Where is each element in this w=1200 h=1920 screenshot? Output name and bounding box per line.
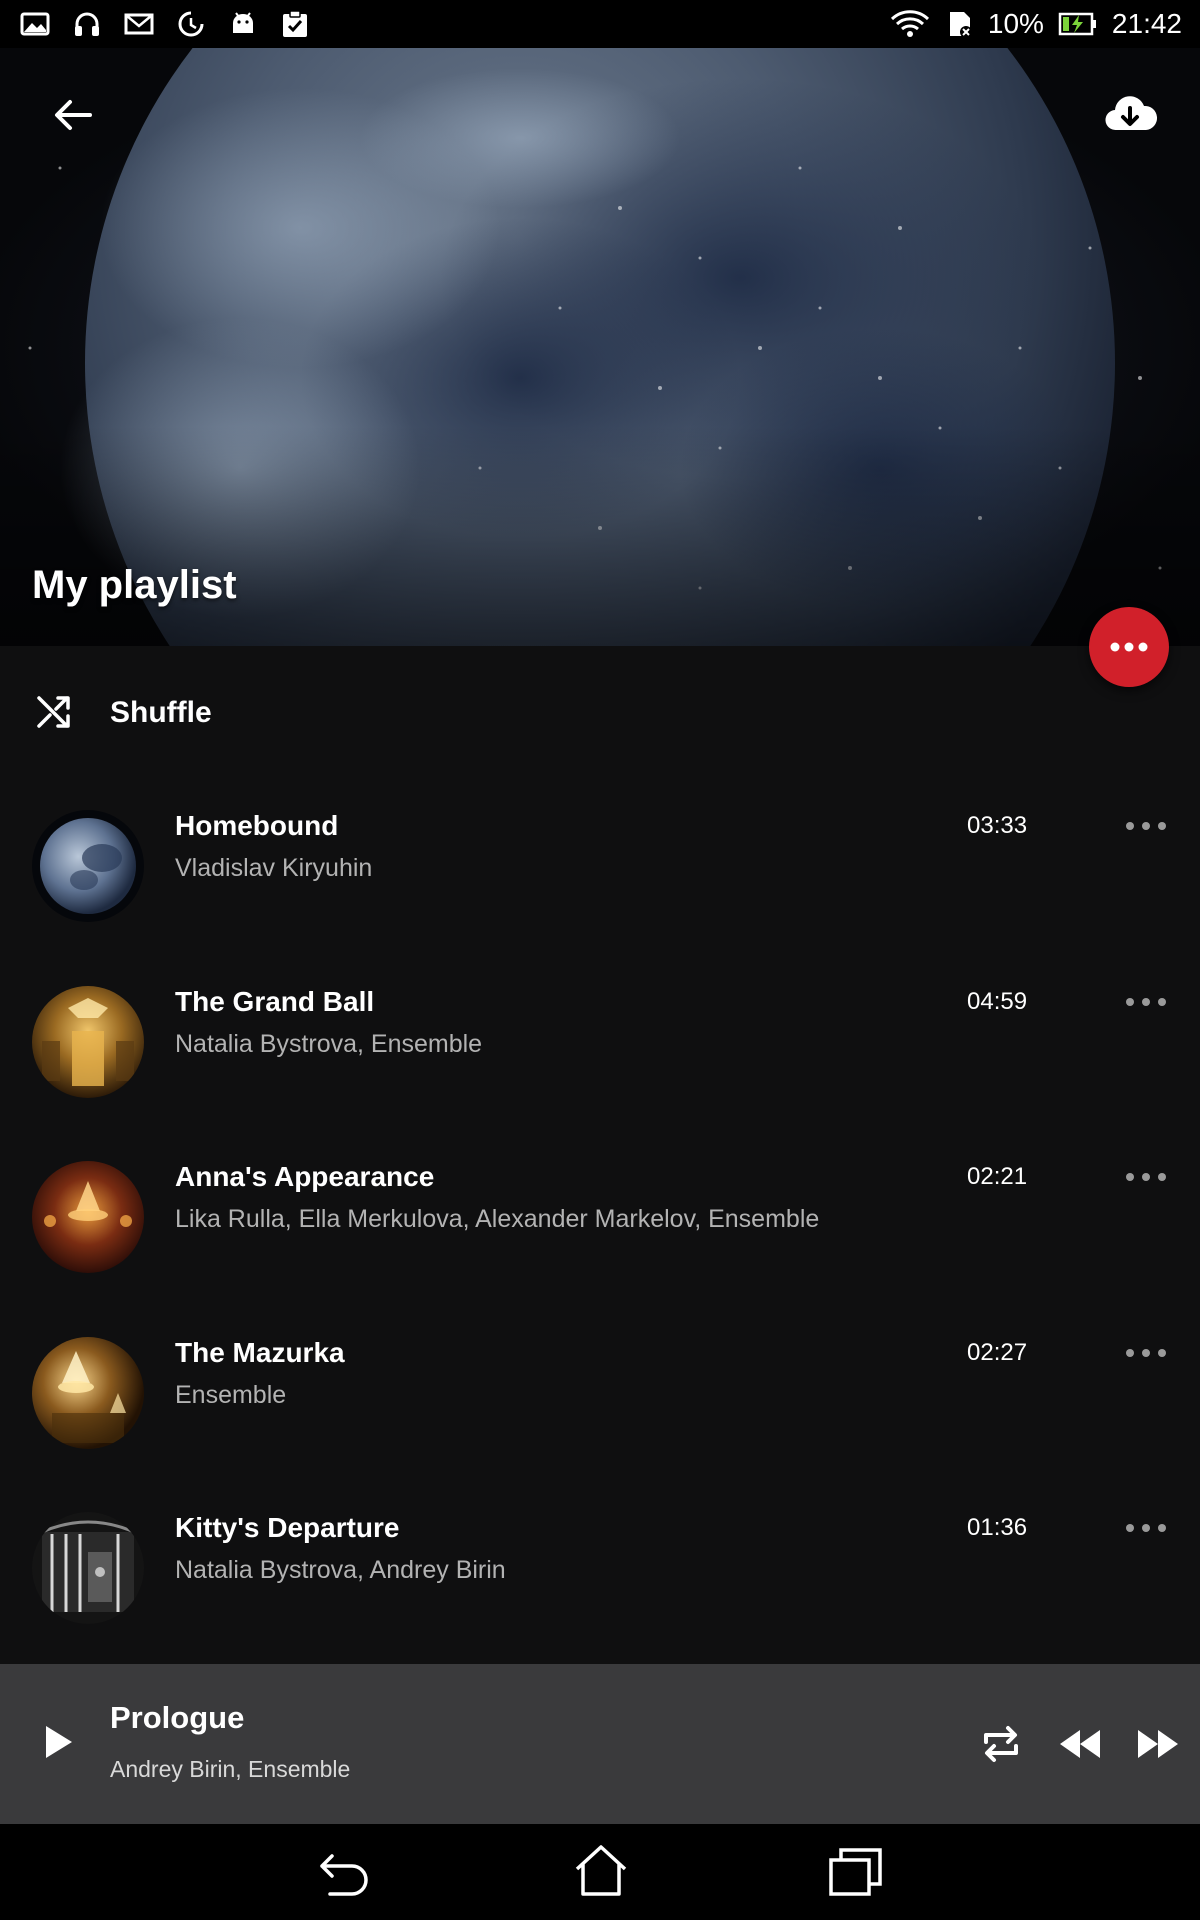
android-icon — [233, 12, 253, 33]
track-title: Kitty's Departure — [175, 1512, 400, 1543]
track-title: The Grand Ball — [175, 985, 375, 1017]
track-duration: 02:21 — [967, 1163, 1028, 1190]
status-bar-notifications — [20, 9, 310, 39]
play-icon[interactable] — [40, 1722, 76, 1762]
playlist-options-button[interactable] — [1089, 607, 1169, 687]
battery-percent: 10% — [987, 8, 1044, 39]
track-title: The Mazurka — [175, 1336, 345, 1368]
music-app-screen: 10% 21:42 My playlist Shuffle Homebound … — [0, 0, 1200, 1920]
track-artist: Ensemble — [175, 1380, 287, 1409]
track-list: Homebound Vladislav Kiryuhin 03:33 The G… — [0, 770, 1200, 1648]
playlist-title: My playlist — [32, 563, 237, 607]
nav-back-icon[interactable] — [318, 1846, 372, 1900]
track-artist: Natalia Bystrova, Ensemble — [175, 1029, 483, 1058]
track-title: Homebound — [175, 810, 339, 841]
more-horizontal-icon — [1110, 642, 1148, 652]
arrow-left-icon[interactable] — [48, 90, 98, 140]
more-horizontal-icon[interactable] — [1122, 814, 1170, 838]
repeat-icon[interactable] — [978, 1722, 1024, 1766]
track-thumbnail — [32, 810, 144, 922]
data-saver-icon — [178, 11, 204, 37]
track-duration: 04:59 — [967, 987, 1028, 1015]
shuffle-icon — [37, 696, 70, 728]
status-bar-system: 10% 21:42 — [890, 8, 1182, 40]
track-thumbnail — [32, 1512, 144, 1624]
playlist-cover-image: My playlist — [0, 48, 1200, 646]
track-row[interactable]: The Mazurka Ensemble 02:27 — [0, 1297, 1200, 1473]
shuffle-label: Shuffle — [110, 696, 212, 729]
more-horizontal-icon[interactable] — [1122, 1341, 1170, 1365]
track-row[interactable]: Kitty's Departure Natalia Bystrova, Andr… — [0, 1472, 1200, 1648]
track-artist: Natalia Bystrova, Andrey Birin — [175, 1556, 506, 1584]
track-thumbnail — [32, 985, 144, 1098]
rewind-icon[interactable] — [1056, 1726, 1104, 1762]
mail-icon — [124, 13, 154, 35]
track-duration: 02:27 — [967, 1338, 1028, 1366]
now-playing-bar[interactable]: Prologue Andrey Birin, Ensemble — [0, 1664, 1200, 1824]
shuffle-button[interactable]: Shuffle — [0, 676, 1200, 746]
track-duration: 01:36 — [967, 1514, 1028, 1541]
clock: 21:42 — [1111, 8, 1182, 39]
fast-forward-icon[interactable] — [1134, 1726, 1182, 1762]
track-row[interactable]: Homebound Vladislav Kiryuhin 03:33 — [0, 770, 1200, 946]
more-horizontal-icon[interactable] — [1122, 1165, 1170, 1189]
clipboard-check-icon — [283, 10, 307, 37]
track-thumbnail — [32, 1336, 144, 1449]
sd-card-icon — [949, 12, 972, 38]
track-artist: Lika Rulla, Ella Merkulova, Alexander Ma… — [175, 1205, 820, 1233]
track-duration: 03:33 — [967, 812, 1028, 839]
track-row[interactable]: The Grand Ball Natalia Bystrova, Ensembl… — [0, 946, 1200, 1122]
nav-recent-apps-icon[interactable] — [828, 1846, 884, 1898]
cloud-download-icon[interactable] — [1102, 86, 1158, 142]
track-thumbnail — [32, 1161, 144, 1273]
headphones-icon — [75, 12, 99, 36]
more-horizontal-icon[interactable] — [1122, 990, 1170, 1014]
now-playing-artist: Andrey Birin, Ensemble — [110, 1756, 351, 1782]
now-playing-title: Prologue — [110, 1700, 245, 1735]
battery-charging-icon — [1058, 12, 1096, 36]
more-horizontal-icon[interactable] — [1122, 1516, 1170, 1540]
track-row[interactable]: Anna's Appearance Lika Rulla, Ella Merku… — [0, 1121, 1200, 1297]
status-bar: 10% 21:42 — [0, 0, 1200, 48]
nav-home-icon[interactable] — [572, 1842, 630, 1900]
image-icon — [20, 12, 50, 36]
wifi-icon — [890, 10, 929, 37]
system-nav-bar — [0, 1824, 1200, 1920]
track-title: Anna's Appearance — [175, 1161, 435, 1192]
track-artist: Vladislav Kiryuhin — [175, 854, 373, 882]
